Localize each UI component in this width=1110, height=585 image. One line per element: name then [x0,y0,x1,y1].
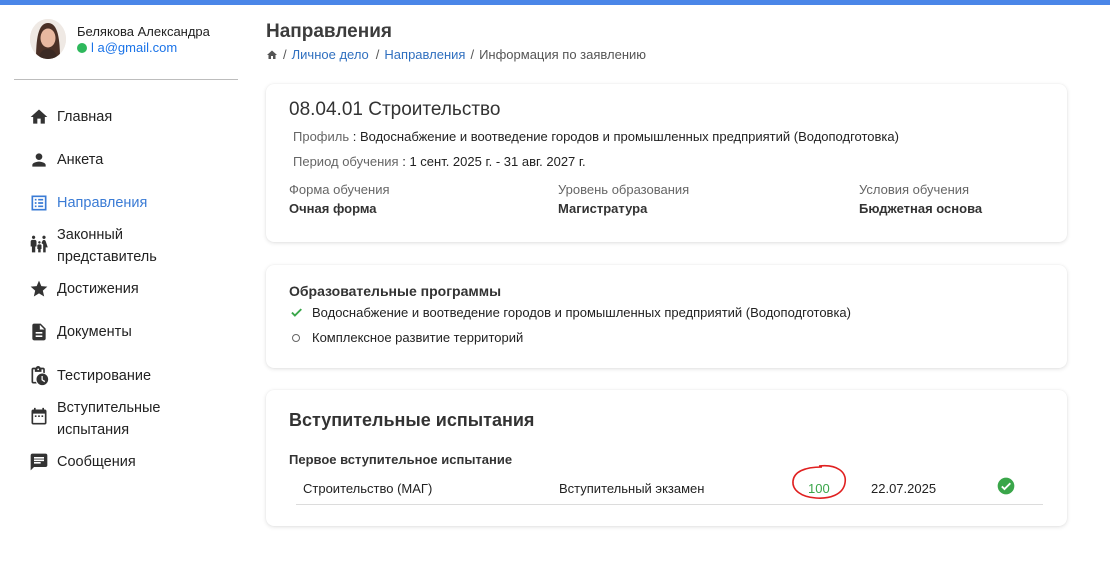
avatar [30,19,66,59]
breadcrumb-separator: / [375,47,380,62]
breadcrumb-separator: / [283,47,287,62]
specialty-card: 08.04.01 Строительство Профиль : Водосна… [266,84,1067,242]
exam-subject: Строительство (МАГ) [303,481,433,496]
profile-line: Профиль : Водоснабжение и воотведение го… [293,129,899,144]
clipboard-clock-icon [31,366,49,386]
user-name: Белякова Александра [77,24,210,39]
sidebar-item-legal-representative[interactable]: Законный представитель [29,224,187,268]
programs-title: Образовательные программы [289,283,502,299]
breadcrumb-separator: / [470,47,475,62]
list-icon [31,195,47,211]
program-item: Водоснабжение и воотведение городов и пр… [289,305,851,320]
study-conditions-field: Условия обучения Бюджетная основа [859,182,983,216]
education-level-field: Уровень образования Магистратура [558,182,690,216]
person-icon [32,153,46,167]
check-icon [289,306,303,320]
circle-icon [289,331,303,345]
exams-title: Вступительные испытания [289,410,535,430]
sidebar-item-profile-form[interactable]: Анкета [29,149,103,171]
sidebar-item-home[interactable]: Главная [29,106,112,128]
calendar-icon [31,407,47,425]
entrance-exams-card: Вступительные испытания Первое вступител… [266,390,1067,526]
sidebar-item-entrance-exams[interactable]: Вступительные испытания [29,397,187,441]
user-profile[interactable]: Белякова Александра l a@gmail.com [30,19,245,64]
breadcrumb-link-directions[interactable]: Направления [384,47,465,62]
document-icon [32,323,46,341]
home-icon [30,109,48,124]
study-period-line: Период обучения : 1 сент. 2025 г. - 31 а… [293,154,586,169]
online-status-icon [77,43,87,53]
star-icon [30,280,48,297]
message-icon [30,453,48,471]
home-icon[interactable] [266,49,278,61]
check-circle-icon [997,477,1015,495]
sidebar-item-achievements[interactable]: Достижения [29,278,139,300]
program-item: Комплексное развитие территорий [289,330,523,345]
breadcrumb: / Личное дело / Направления / Информация… [266,47,646,62]
specialty-title: 08.04.01 Строительство [289,99,501,120]
sidebar-item-documents[interactable]: Документы [29,321,132,343]
sidebar-item-messages[interactable]: Сообщения [29,451,136,473]
sidebar-divider [14,79,238,80]
breadcrumb-link-personal-file[interactable]: Личное дело [292,47,369,62]
user-email: l a@gmail.com [77,40,242,55]
page-title: Направления [266,21,392,42]
exam-type: Вступительный экзамен [559,481,705,496]
exam-score: 100 [808,481,830,496]
sidebar-item-testing[interactable]: Тестирование [29,365,151,387]
programs-card: Образовательные программы Водоснабжение … [266,265,1067,368]
exam-date: 22.07.2025 [871,481,937,496]
table-row: Строительство (МАГ) Вступительный экзаме… [296,464,1043,505]
study-form-field: Форма обучения Очная форма [289,182,390,216]
sidebar-item-directions[interactable]: Направления [29,192,147,214]
family-icon [30,235,48,253]
breadcrumb-current: Информация по заявлению [479,47,647,62]
sidebar: Белякова Александра l a@gmail.com Главна… [0,5,250,585]
exams-subtitle: Первое вступительное испытание [289,452,513,467]
